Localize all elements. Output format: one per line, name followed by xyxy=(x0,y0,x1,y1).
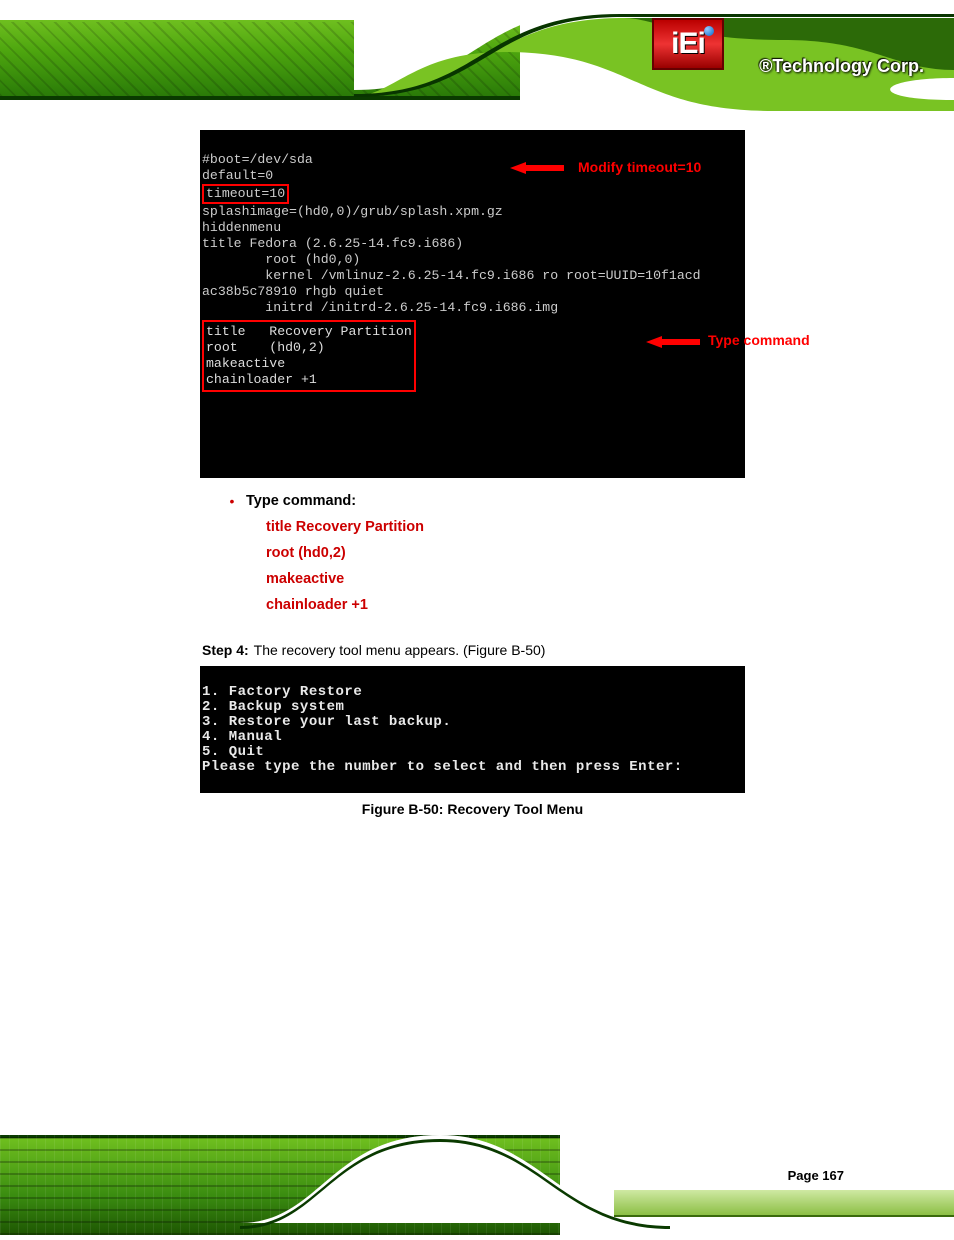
command-line: root (hd0,2) xyxy=(266,540,760,566)
terminal-line: #boot=/dev/sda xyxy=(202,152,313,167)
menu-item: 2. Backup system xyxy=(202,699,344,715)
figure-caption: Figure B-50: Recovery Tool Menu xyxy=(200,801,745,817)
annotation-type-command: Type command xyxy=(708,332,810,348)
terminal-line: root (hd0,0) xyxy=(202,252,360,267)
grub-config-terminal: #boot=/dev/sda default=0 timeout=10 spla… xyxy=(200,130,745,478)
terminal-line: makeactive xyxy=(206,356,285,371)
terminal-line: root (hd0,2) xyxy=(206,340,325,355)
recovery-block-highlight: title Recovery Partition root (hd0,2) ma… xyxy=(202,320,416,392)
terminal-line: title Recovery Partition xyxy=(206,324,412,339)
type-command-block: • Type command: title Recovery Partition… xyxy=(218,488,760,618)
menu-item: 5. Quit xyxy=(202,744,264,760)
menu-item: 3. Restore your last backup. xyxy=(202,714,451,730)
arrow-left-icon xyxy=(646,333,706,351)
terminal-line: hiddenmenu xyxy=(202,220,281,235)
command-line: title Recovery Partition xyxy=(266,514,760,540)
brand-company-text: ®Technology Corp. xyxy=(759,56,924,77)
terminal-line: initrd /initrd-2.6.25-14.fc9.i686.img xyxy=(202,300,558,315)
header-banner: iEi ®Technology Corp. xyxy=(0,0,954,111)
bullet-label: Type command: xyxy=(246,488,356,514)
terminal-line: splashimage=(hd0,0)/grub/splash.xpm.gz xyxy=(202,204,503,219)
menu-item: 4. Manual xyxy=(202,729,282,745)
recovery-menu-terminal: 1. Factory Restore 2. Backup system 3. R… xyxy=(200,666,745,793)
terminal-line: ac38b5c78910 rhgb quiet xyxy=(202,284,384,299)
menu-prompt: Please type the number to select and the… xyxy=(202,759,683,775)
step-description: Step 4: The recovery tool menu appears. … xyxy=(200,640,745,660)
footer-swoosh xyxy=(240,1123,954,1235)
command-line: makeactive xyxy=(266,566,760,592)
terminal-line: kernel /vmlinuz-2.6.25-14.fc9.i686 ro ro… xyxy=(202,268,701,283)
menu-item: 1. Factory Restore xyxy=(202,684,362,700)
terminal-line: default=0 xyxy=(202,168,273,183)
brand-logo-text: iEi xyxy=(671,27,705,61)
brand-logo: iEi xyxy=(652,18,724,70)
arrow-left-icon xyxy=(510,159,570,177)
brand-logo-dot-icon xyxy=(704,26,714,36)
command-line: chainloader +1 xyxy=(266,592,760,618)
terminal-line: chainloader +1 xyxy=(206,372,317,387)
footer-right-bar xyxy=(614,1189,954,1217)
step-prefix: Step 4: xyxy=(202,640,250,660)
annotation-modify-timeout: Modify timeout=10 xyxy=(578,159,701,175)
footer-banner xyxy=(0,1123,954,1235)
page-content: #boot=/dev/sda default=0 timeout=10 spla… xyxy=(200,130,760,817)
terminal-line: title Fedora (2.6.25-14.fc9.i686) xyxy=(202,236,463,251)
timeout-highlight-box: timeout=10 xyxy=(202,184,289,204)
step-body: The recovery tool menu appears. (Figure … xyxy=(254,642,546,658)
bullet-row: • Type command: xyxy=(218,488,760,514)
bullet-dot-icon: • xyxy=(218,488,246,514)
